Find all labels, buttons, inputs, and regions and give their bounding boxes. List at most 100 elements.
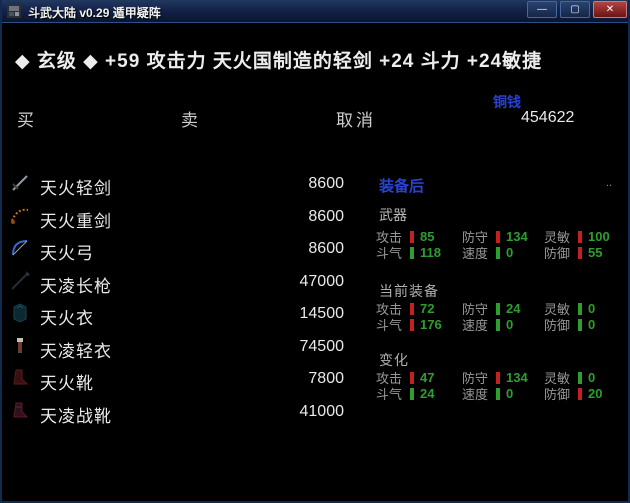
bow-icon [8,236,32,260]
stat-guard: 防御 20 [544,386,628,401]
stat-bar [410,372,414,384]
war-boot-icon [8,399,32,423]
stat-bar [496,303,500,315]
game-window: 斗武大陆 v0.29 遁甲疑阵 — ▢ ✕ ◆ 玄级 ◆ +59 攻击力 天火国… [0,0,630,503]
stat-label: 速度 [462,243,490,262]
stat-bar [410,231,414,243]
spear-icon [8,269,32,293]
stat-bar [496,247,500,259]
stat-value: 55 [588,245,602,260]
stat-speed: 速度 0 [462,317,544,332]
stat-bar [578,388,582,400]
stat-bar [578,372,582,384]
curved-sword-icon [8,204,32,228]
stat-label: 防御 [544,315,572,334]
item-name: 天凌轻衣 [40,337,112,362]
cloth-icon [8,334,32,358]
stat-qi: 斗气 24 [376,386,462,401]
stat-value: 100 [588,229,610,244]
list-item[interactable]: 天凌轻衣 74500 [2,331,357,363]
item-price: 8600 [262,208,344,226]
item-price: 7800 [262,370,344,388]
stat-label: 防御 [544,243,572,262]
item-name: 天火衣 [40,304,94,329]
stat-value: 85 [420,229,434,244]
stat-value: 0 [588,317,595,332]
stat-bar [410,388,414,400]
stat-value: 118 [420,245,441,260]
corner-dots: .. [606,177,612,189]
stat-row: 攻击72 防守24 灵敏0 [376,301,628,316]
stat-guard: 防御 55 [544,245,628,260]
minimize-button[interactable]: — [527,1,557,18]
list-item[interactable]: 天凌战靴 41000 [2,396,357,428]
sell-tab[interactable]: 卖 [181,106,198,131]
item-banner: ◆ 玄级 ◆ +59 攻击力 天火国制造的轻剑 +24 斗力 +24敏捷 [15,46,542,73]
armor-icon [8,301,32,325]
boot-icon [8,366,32,390]
stat-row: 攻击47 防守134 灵敏0 [376,370,628,385]
stat-defense: 防守134 [462,370,544,385]
item-name: 天火轻剑 [40,174,112,199]
stat-value: 0 [588,301,595,316]
stat-qi: 斗气 118 [376,245,462,260]
stat-value: 0 [506,317,513,332]
stat-defense: 防守134 [462,229,544,244]
stat-bar [496,319,500,331]
stat-value: 0 [588,370,595,385]
stat-value: 24 [506,301,520,316]
stat-bar [496,388,500,400]
list-item[interactable]: 天火衣 14500 [2,298,357,330]
stat-label: 速度 [462,315,490,334]
sword-icon [8,171,32,195]
title-bar[interactable]: 斗武大陆 v0.29 遁甲疑阵 — ▢ ✕ [2,0,628,23]
buy-tab[interactable]: 买 [17,106,34,131]
stat-bar [578,247,582,259]
stat-attack: 攻击72 [376,301,462,316]
stat-value: 0 [506,386,513,401]
equip-after-label: 装备后 [379,175,424,196]
stat-value: 20 [588,386,602,401]
stat-agility: 灵敏0 [544,370,628,385]
stat-attack: 攻击85 [376,229,462,244]
item-price: 14500 [262,305,344,323]
stat-value: 72 [420,301,434,316]
list-item[interactable]: 天火轻剑 8600 [2,168,357,200]
currency-amount: 454622 [521,109,574,127]
window-title: 斗武大陆 v0.29 遁甲疑阵 [28,4,161,21]
stat-label: 斗气 [376,315,404,334]
list-item[interactable]: 天火重剑 8600 [2,201,357,233]
stat-speed: 速度0 [462,245,544,260]
stat-value: 134 [506,370,528,385]
stat-label: 斗气 [376,384,404,403]
item-price: 41000 [262,403,344,421]
item-name: 天凌战靴 [40,402,112,427]
stat-label: 速度 [462,384,490,403]
stat-bar [410,319,414,331]
category-label: 武器 [379,205,407,225]
cancel-button[interactable]: 取消 [336,106,376,131]
list-item[interactable]: 天火靴 7800 [2,363,357,395]
stat-speed: 速度 0 [462,386,544,401]
stat-label: 斗气 [376,243,404,262]
list-item[interactable]: 天凌长枪 47000 [2,266,357,298]
close-button[interactable]: ✕ [593,1,627,18]
stat-label: 防御 [544,384,572,403]
current-equip-label: 当前装备 [379,281,439,301]
stat-row: 斗气 24 速度 0 防御 20 [376,386,628,401]
item-price: 8600 [262,240,344,258]
stat-bar [578,319,582,331]
stat-row: 斗气 118 速度0 防御 55 [376,245,628,260]
stat-agility: 灵敏0 [544,301,628,316]
item-price: 8600 [262,175,344,193]
maximize-button[interactable]: ▢ [560,1,590,18]
item-name: 天凌长枪 [40,272,112,297]
stat-value: 24 [420,386,434,401]
change-label: 变化 [379,350,409,370]
stat-qi: 斗气176 [376,317,462,332]
stat-row: 斗气176 速度 0 防御 0 [376,317,628,332]
stat-defense: 防守24 [462,301,544,316]
list-item[interactable]: 天火弓 8600 [2,233,357,265]
stat-bar [496,231,500,243]
stat-row: 攻击85 防守134 灵敏100 [376,229,628,244]
